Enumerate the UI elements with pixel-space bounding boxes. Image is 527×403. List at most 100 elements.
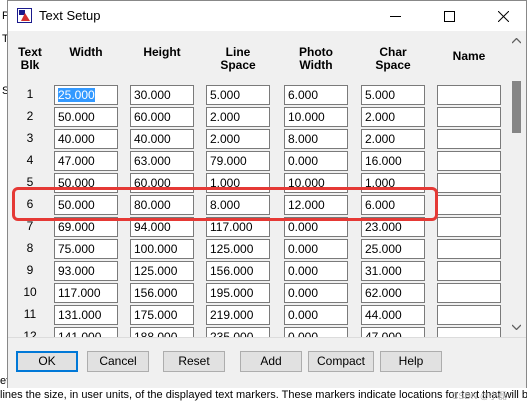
cell-height[interactable]: 80.000 bbox=[130, 195, 194, 215]
cell-height[interactable]: 40.000 bbox=[130, 129, 194, 149]
cell-height[interactable]: 94.000 bbox=[130, 217, 194, 237]
cell-char-space[interactable]: 5.000 bbox=[361, 85, 425, 105]
cell-value: 5.000 bbox=[210, 88, 241, 102]
cell-photo-width[interactable]: 0.000 bbox=[284, 217, 348, 237]
cell-value: 62.000 bbox=[365, 286, 402, 300]
cell-height[interactable]: 175.000 bbox=[130, 305, 194, 325]
cell-char-space[interactable]: 23.000 bbox=[361, 217, 425, 237]
row-number: 6 bbox=[26, 197, 34, 211]
cell-line-space[interactable]: 195.000 bbox=[206, 283, 270, 303]
cell-width[interactable]: 25.000 bbox=[54, 85, 118, 105]
cell-line-space[interactable]: 8.000 bbox=[206, 195, 270, 215]
cell-width[interactable]: 117.000 bbox=[54, 283, 118, 303]
add-button[interactable]: Add bbox=[240, 351, 302, 372]
cell-line-space[interactable]: 125.000 bbox=[206, 239, 270, 259]
vertical-scrollbar[interactable] bbox=[508, 32, 526, 337]
cell-width[interactable]: 50.000 bbox=[54, 173, 118, 193]
cell-char-space[interactable]: 62.000 bbox=[361, 283, 425, 303]
cell-height[interactable]: 63.000 bbox=[130, 151, 194, 171]
cell-char-space[interactable]: 16.000 bbox=[361, 151, 425, 171]
cell-height[interactable]: 188.000 bbox=[130, 327, 194, 337]
scrollbar-thumb[interactable] bbox=[512, 81, 521, 133]
cell-height[interactable]: 30.000 bbox=[130, 85, 194, 105]
cell-char-space[interactable]: 47.000 bbox=[361, 327, 425, 337]
cell-photo-width[interactable]: 12.000 bbox=[284, 195, 348, 215]
cell-line-space[interactable]: 219.000 bbox=[206, 305, 270, 325]
cell-photo-width[interactable]: 8.000 bbox=[284, 129, 348, 149]
cell-photo-width[interactable]: 10.000 bbox=[284, 173, 348, 193]
cell-value: 16.000 bbox=[365, 154, 402, 168]
cell-width[interactable]: 75.000 bbox=[54, 239, 118, 259]
cell-name[interactable] bbox=[437, 173, 501, 193]
cell-name[interactable] bbox=[437, 239, 501, 259]
help-button[interactable]: Help bbox=[380, 351, 442, 372]
cell-value: 5.000 bbox=[365, 88, 396, 102]
cell-char-space[interactable]: 6.000 bbox=[361, 195, 425, 215]
cell-char-space[interactable]: 1.000 bbox=[361, 173, 425, 193]
cell-name[interactable] bbox=[437, 107, 501, 127]
cell-line-space[interactable]: 235.000 bbox=[206, 327, 270, 337]
cell-photo-width[interactable]: 6.000 bbox=[284, 85, 348, 105]
cell-width[interactable]: 69.000 bbox=[54, 217, 118, 237]
cell-width[interactable]: 131.000 bbox=[54, 305, 118, 325]
scroll-up-arrow-icon[interactable] bbox=[512, 38, 521, 44]
cell-name[interactable] bbox=[437, 85, 501, 105]
cell-line-space[interactable]: 117.000 bbox=[206, 217, 270, 237]
cell-line-space[interactable]: 1.000 bbox=[206, 173, 270, 193]
cell-width[interactable]: 50.000 bbox=[54, 195, 118, 215]
cell-height[interactable]: 60.000 bbox=[130, 173, 194, 193]
cell-value: 100.000 bbox=[134, 242, 178, 256]
cell-photo-width[interactable]: 0.000 bbox=[284, 283, 348, 303]
cell-line-space[interactable]: 79.000 bbox=[206, 151, 270, 171]
cell-photo-width[interactable]: 0.000 bbox=[284, 151, 348, 171]
scroll-down-arrow-icon[interactable] bbox=[512, 324, 521, 330]
cell-width[interactable]: 40.000 bbox=[54, 129, 118, 149]
cell-width[interactable]: 141.000 bbox=[54, 327, 118, 337]
cell-name[interactable] bbox=[437, 129, 501, 149]
close-button[interactable] bbox=[480, 1, 526, 31]
cell-line-space[interactable]: 5.000 bbox=[206, 85, 270, 105]
cell-char-space[interactable]: 2.000 bbox=[361, 107, 425, 127]
reset-button[interactable]: Reset bbox=[163, 351, 225, 372]
cell-photo-width[interactable]: 0.000 bbox=[284, 327, 348, 337]
cell-value: 47.000 bbox=[58, 154, 95, 168]
cell-value: 156.000 bbox=[210, 264, 254, 278]
cell-value: 25.000 bbox=[365, 242, 402, 256]
cell-char-space[interactable]: 44.000 bbox=[361, 305, 425, 325]
cell-line-space[interactable]: 2.000 bbox=[206, 107, 270, 127]
cell-photo-width[interactable]: 0.000 bbox=[284, 261, 348, 281]
cell-line-space[interactable]: 2.000 bbox=[206, 129, 270, 149]
cell-name[interactable] bbox=[437, 305, 501, 325]
cell-name[interactable] bbox=[437, 195, 501, 215]
cell-height[interactable]: 60.000 bbox=[130, 107, 194, 127]
cell-photo-width[interactable]: 0.000 bbox=[284, 239, 348, 259]
cell-line-space[interactable]: 156.000 bbox=[206, 261, 270, 281]
cell-photo-width[interactable]: 10.000 bbox=[284, 107, 348, 127]
cell-name[interactable] bbox=[437, 217, 501, 237]
cell-name[interactable] bbox=[437, 283, 501, 303]
cell-height[interactable]: 100.000 bbox=[130, 239, 194, 259]
title-bar[interactable]: Text Setup bbox=[8, 1, 526, 31]
cell-value: 60.000 bbox=[134, 110, 171, 124]
ok-button[interactable]: OK bbox=[16, 351, 78, 372]
cell-height[interactable]: 125.000 bbox=[130, 261, 194, 281]
cell-name[interactable] bbox=[437, 261, 501, 281]
cell-width[interactable]: 47.000 bbox=[54, 151, 118, 171]
cell-width[interactable]: 50.000 bbox=[54, 107, 118, 127]
cell-photo-width[interactable]: 0.000 bbox=[284, 305, 348, 325]
cell-name[interactable] bbox=[437, 151, 501, 171]
cell-width[interactable]: 93.000 bbox=[54, 261, 118, 281]
cell-char-space[interactable]: 31.000 bbox=[361, 261, 425, 281]
app-icon bbox=[17, 8, 32, 23]
minimize-button[interactable] bbox=[372, 1, 418, 31]
maximize-button[interactable] bbox=[426, 1, 472, 31]
cell-height[interactable]: 156.000 bbox=[130, 283, 194, 303]
cell-value: 63.000 bbox=[134, 154, 171, 168]
cell-char-space[interactable]: 2.000 bbox=[361, 129, 425, 149]
cell-value: 156.000 bbox=[134, 286, 178, 300]
cell-value: 47.000 bbox=[365, 330, 402, 337]
cancel-button[interactable]: Cancel bbox=[87, 351, 149, 372]
compact-button[interactable]: Compact bbox=[308, 351, 374, 372]
cell-char-space[interactable]: 25.000 bbox=[361, 239, 425, 259]
cell-name[interactable] bbox=[437, 327, 501, 337]
